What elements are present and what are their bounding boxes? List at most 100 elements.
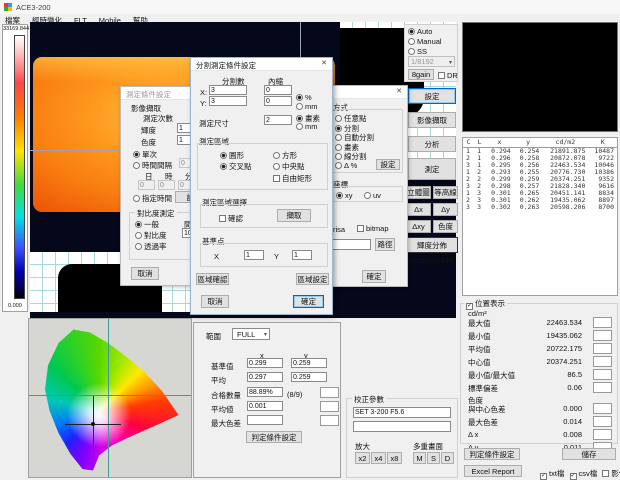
split-ok-button[interactable]: 確定 [293,295,324,308]
ref-y-field[interactable] [291,358,327,368]
delta-xy-button[interactable]: Δxy [406,220,431,233]
gain-button[interactable]: 8gain [408,69,434,80]
size-field[interactable] [264,115,292,125]
avg-y-field[interactable] [291,372,327,382]
x-div-field[interactable] [209,85,247,95]
zoom-x4-button[interactable]: x4 [371,452,386,464]
table-row[interactable]: 110.2940.25421891.87510487 [463,148,617,156]
ref-x-field[interactable] [247,358,283,368]
ss-radio[interactable] [408,48,415,55]
inset-mm-radio[interactable] [296,103,303,110]
transmit-radio[interactable] [135,243,142,250]
specified-time-radio[interactable] [133,195,140,202]
square-radio[interactable] [273,152,280,159]
inset-pct-radio[interactable] [296,94,303,101]
table-row[interactable]: 230.3010.26219435.0628897 [463,197,617,204]
center-radio[interactable] [273,163,280,170]
maxdiff-field[interactable] [247,415,283,425]
day-field[interactable] [138,180,155,190]
table-row[interactable]: 130.3010.26520451.1418834 [463,190,617,197]
excel-report-button[interactable]: Excel Report [464,465,522,477]
multi-m-button[interactable]: M [413,452,426,464]
single-radio[interactable] [133,151,140,158]
txt-checkbox[interactable]: ✓ [540,473,547,480]
split-condition-dialog: 分割測定條件設定 ✕ 分割數 內縮 X: Y: % mm 測定尺寸 畫素 mm … [190,57,333,315]
hour-field[interactable] [158,180,175,190]
method-option-radio[interactable] [335,153,342,160]
capture-button[interactable]: 影像擷取 [408,112,456,128]
bitmap-checkbox[interactable] [357,225,364,232]
csv-checkbox[interactable]: ✓ [570,473,577,480]
judge-condition-button[interactable]: 判定條件設定 [464,448,520,460]
method-option-radio[interactable] [335,134,342,141]
grab-button[interactable]: 擷取 [277,209,311,222]
measure-cancel-button[interactable]: 取消 [131,267,159,280]
table-row[interactable]: 330.3020.26320598.2068700 [463,204,617,211]
interval-radio[interactable] [133,162,140,169]
circle-radio[interactable] [220,152,227,159]
area-confirm-button[interactable]: 區域確認 [196,273,229,285]
range-judge-button[interactable]: 判定條件設定 [246,431,302,443]
multi-d-button[interactable]: D [441,452,454,464]
area-set-button[interactable]: 區域設定 [296,273,329,285]
method-option-radio[interactable] [335,115,342,122]
stat-label: 最大色差 [468,417,498,428]
zoom-x8-button[interactable]: x8 [387,452,402,464]
x-inset-field[interactable] [264,85,292,95]
xy-radio[interactable] [336,192,343,199]
save-button[interactable]: 儲存 [562,448,616,460]
method-option-radio[interactable] [335,162,342,169]
delta-x-button[interactable]: Δx [406,203,431,216]
avg-x-field[interactable] [247,372,283,382]
split-cancel-button[interactable]: 取消 [201,295,229,308]
split-dialog-titlebar[interactable]: 分割測定條件設定 ✕ [191,58,332,71]
measurement-table-panel[interactable]: C L x y cd/m2 K 110.2940.25421891.875104… [462,137,618,296]
range-select[interactable]: FULL▾ [232,328,270,340]
method-set-button[interactable]: 設定 [376,159,400,170]
base-y-field[interactable] [292,250,312,260]
lum-dist-button[interactable]: 輝度分佈 [406,237,458,253]
y-div-field[interactable] [209,96,247,106]
general-radio[interactable] [135,221,142,228]
stereo-button[interactable]: 立體圖 [406,186,431,199]
chroma-button[interactable]: 色度 [433,220,458,233]
pass-field[interactable] [247,387,283,397]
method-option-radio[interactable] [335,125,342,132]
measure-dialog-title: 測定條件設定 [126,89,171,100]
uv-radio[interactable] [364,192,371,199]
method-ok-button[interactable]: 確定 [362,270,386,283]
freerect-checkbox[interactable] [273,175,280,182]
set-button[interactable]: 設定 [408,88,456,104]
cross-radio[interactable] [220,163,227,170]
table-row[interactable]: 220.2990.25920374.2519352 [463,176,617,183]
size-label: 測定尺寸 [199,118,229,129]
measure-button[interactable]: 測定 [408,158,456,180]
contour-button[interactable]: 等高線 [433,186,458,199]
table-row[interactable]: 120.2930.25520776.73010386 [463,169,617,176]
calibration-field-2[interactable] [353,421,451,432]
path-button[interactable]: 路徑 [375,238,395,251]
dr-checkbox[interactable] [438,72,445,79]
base-x-field[interactable] [244,250,264,260]
auto-radio[interactable] [408,28,415,35]
y-inset-field[interactable] [264,96,292,106]
image-file-checkbox[interactable] [602,470,609,477]
size-pixel-radio[interactable] [296,115,303,122]
stat-label: 與中心色差 [468,404,506,415]
split-close-icon[interactable]: ✕ [316,58,332,70]
method-option-radio[interactable] [335,144,342,151]
shutter-select[interactable]: 1/8192▾ [408,56,455,67]
table-row[interactable]: 320.2980.25721828.3409616 [463,183,617,190]
mean-field[interactable] [247,401,283,411]
contrast-radio[interactable] [135,232,142,239]
method-close-icon[interactable]: ✕ [391,86,407,98]
multi-s-button[interactable]: S [427,452,440,464]
zoom-x2-button[interactable]: x2 [355,452,370,464]
delta-y-button[interactable]: Δy [433,203,458,216]
calibration-field[interactable] [353,407,451,418]
cie-panel[interactable] [28,318,192,478]
analyze-button[interactable]: 分析 [408,136,456,152]
size-mm-radio[interactable] [296,123,303,130]
manual-radio[interactable] [408,38,415,45]
confirm-checkbox[interactable] [219,215,226,222]
